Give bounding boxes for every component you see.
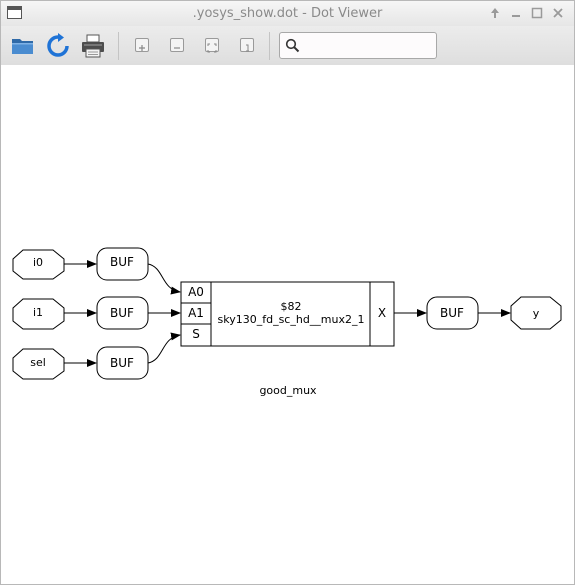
mux-cell[interactable]: A0 A1 S $82 sky130_fd_sc_hd__mux2_1 X <box>180 281 395 347</box>
close-icon[interactable] <box>550 5 566 21</box>
output-port-label: y <box>533 307 540 320</box>
toolbar <box>1 26 574 66</box>
zoom-100-icon[interactable] <box>240 38 254 52</box>
input-port-label: i1 <box>33 306 43 319</box>
input-port-i1[interactable]: i1 <box>12 298 65 330</box>
netlist-graph[interactable]: i0 i1 sel BUF BUF BUF A0 A1 S $82 sky130… <box>1 65 574 584</box>
buffer-label: BUF <box>110 255 134 269</box>
zoom-out-icon[interactable] <box>170 38 184 52</box>
buffer-node-i0[interactable]: BUF <box>96 247 149 281</box>
buffer-node-sel[interactable]: BUF <box>96 346 149 380</box>
toolbar-separator <box>269 32 270 60</box>
title-bar[interactable]: .yosys_show.dot - Dot Viewer <box>1 1 574 26</box>
buffer-label: BUF <box>110 306 134 320</box>
input-port-label: i0 <box>33 256 43 269</box>
edge-buf-s <box>147 332 181 364</box>
graph-label: good_mux <box>259 384 317 397</box>
zoom-fit-icon[interactable] <box>205 38 219 53</box>
search-icon <box>285 38 300 53</box>
edge-buf-a0 <box>147 263 181 295</box>
restore-up-icon[interactable] <box>487 5 503 21</box>
output-port-y[interactable]: y <box>510 296 562 330</box>
cell-port-a0: A0 <box>188 285 204 299</box>
search-box[interactable] <box>279 32 437 59</box>
buffer-label: BUF <box>440 306 464 320</box>
open-folder-icon[interactable] <box>10 33 36 59</box>
buffer-node-i1[interactable]: BUF <box>96 296 149 330</box>
cell-id: $82 <box>281 300 302 313</box>
cell-port-s: S <box>192 327 200 341</box>
toolbar-separator <box>118 32 119 60</box>
input-port-sel[interactable]: sel <box>12 348 65 380</box>
print-icon[interactable] <box>80 33 106 59</box>
input-port-label: sel <box>30 356 46 369</box>
cell-port-x: X <box>378 306 386 320</box>
cell-port-a1: A1 <box>188 306 204 320</box>
dot-viewer-window: .yosys_show.dot - Dot Viewer i0 i1 sel B… <box>0 0 575 585</box>
zoom-in-icon[interactable] <box>135 38 149 52</box>
search-input[interactable] <box>304 36 436 57</box>
minimize-icon[interactable] <box>508 5 524 21</box>
input-port-i0[interactable]: i0 <box>12 249 65 280</box>
graph-canvas[interactable]: i0 i1 sel BUF BUF BUF A0 A1 S $82 sky130… <box>1 65 574 584</box>
buffer-label: BUF <box>110 356 134 370</box>
buffer-node-out[interactable]: BUF <box>426 296 479 330</box>
cell-type: sky130_fd_sc_hd__mux2_1 <box>218 313 365 326</box>
maximize-icon[interactable] <box>529 5 545 21</box>
reload-icon[interactable] <box>45 33 71 59</box>
